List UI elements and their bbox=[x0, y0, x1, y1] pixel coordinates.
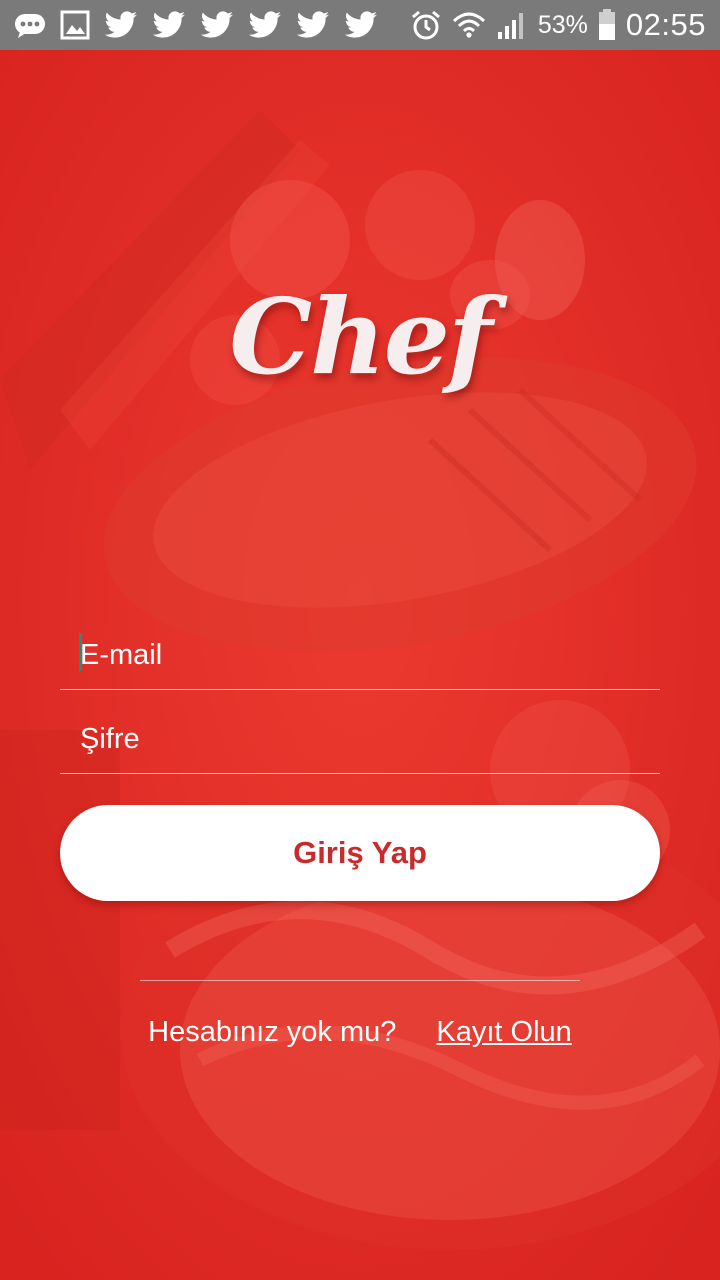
chat-bubble-icon bbox=[14, 11, 46, 39]
wifi-icon bbox=[452, 9, 486, 41]
twitter-icon bbox=[104, 11, 138, 39]
twitter-icon bbox=[248, 11, 282, 39]
email-field bbox=[60, 606, 660, 690]
login-button[interactable]: Giriş Yap bbox=[60, 805, 660, 901]
divider bbox=[140, 980, 580, 981]
alarm-icon bbox=[410, 9, 442, 41]
signup-link[interactable]: Kayıt Olun bbox=[436, 1016, 571, 1049]
twitter-icon bbox=[296, 11, 330, 39]
status-bar: 53% 02:55 bbox=[0, 0, 720, 50]
twitter-icon bbox=[152, 11, 186, 39]
email-input[interactable] bbox=[80, 635, 660, 675]
notification-icons bbox=[14, 10, 378, 40]
system-icons: 53% 02:55 bbox=[410, 7, 706, 43]
signal-icon bbox=[496, 10, 528, 40]
gallery-icon bbox=[60, 10, 90, 40]
twitter-icon bbox=[344, 11, 378, 39]
battery-percentage: 53% bbox=[537, 10, 588, 39]
password-input[interactable] bbox=[80, 719, 660, 759]
chef-logo: Chef bbox=[229, 275, 492, 398]
clock: 02:55 bbox=[625, 7, 706, 42]
login-screen: Chef Giriş Yap Hesabınız yok mu? Kayıt O… bbox=[0, 50, 720, 1280]
password-field bbox=[60, 690, 660, 774]
signup-prompt: Hesabınız yok mu? bbox=[148, 1016, 397, 1048]
signup-row: Hesabınız yok mu? Kayıt Olun bbox=[0, 1016, 720, 1049]
battery-icon bbox=[598, 9, 616, 41]
twitter-icon bbox=[200, 11, 234, 39]
